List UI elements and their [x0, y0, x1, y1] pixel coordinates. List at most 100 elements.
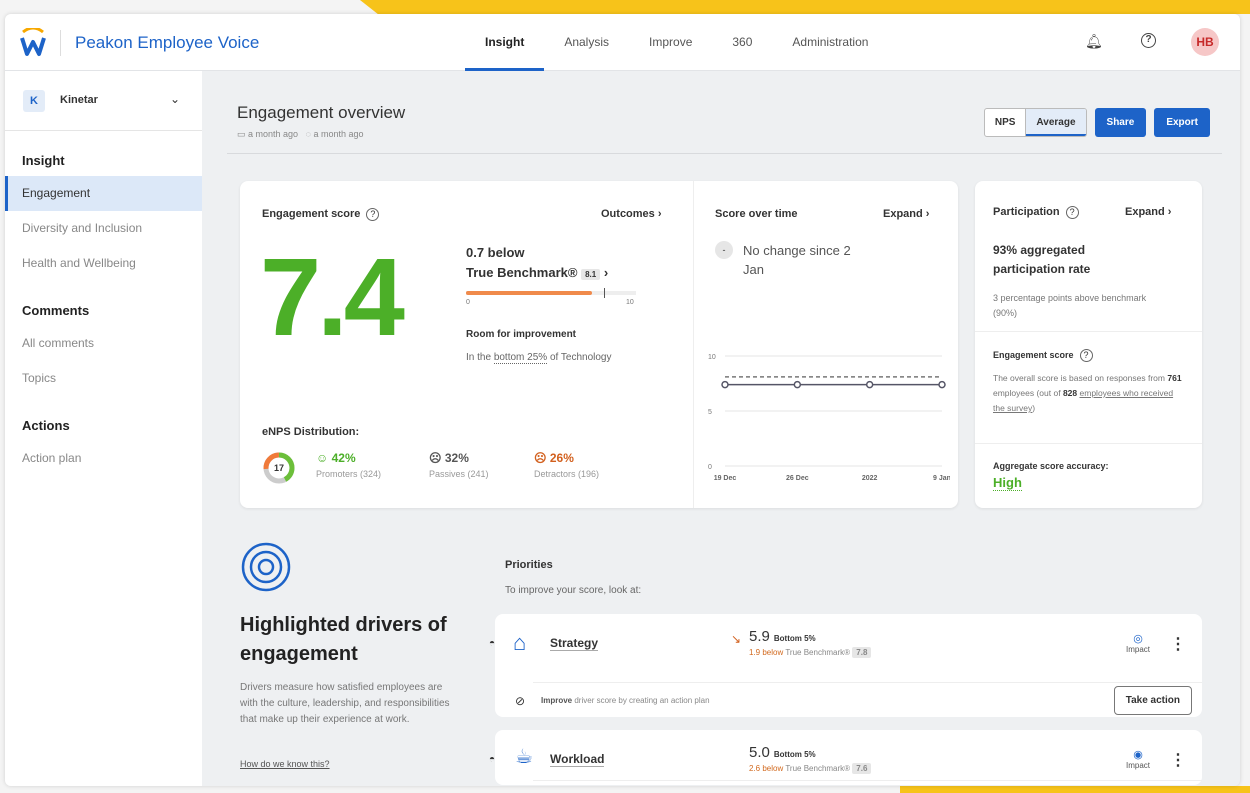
org-badge: K — [23, 90, 45, 112]
check-circle-icon: ⊘ — [515, 694, 526, 708]
app-window: Peakon Employee Voice Insight Analysis I… — [5, 14, 1240, 786]
driver-name[interactable]: Workload — [550, 752, 605, 767]
decor-stripe — [360, 0, 1250, 14]
help-icon[interactable]: ? — [1141, 33, 1156, 48]
participation-card: Participation? Expand › 93% aggregated p… — [975, 181, 1202, 508]
main-content: Engagement overview ▭ a month ago ◌ a mo… — [202, 71, 1240, 786]
driver-benchmark: 2.6 below True Benchmark® 7.6 — [749, 763, 872, 774]
tab-administration[interactable]: Administration — [772, 14, 888, 71]
change-text: No change since 2 Jan — [743, 243, 851, 277]
divider — [533, 780, 1202, 781]
help-icon[interactable]: ? — [1065, 206, 1079, 219]
divider — [975, 331, 1202, 332]
enps-title: eNPS Distribution: — [262, 426, 360, 438]
engagement-card: Engagement score? Outcomes › 7.4 0.7 bel… — [240, 181, 958, 508]
cup-icon: ☕︎ — [515, 746, 533, 768]
export-button[interactable]: Export — [1154, 108, 1210, 137]
sidebar-item-all-comments[interactable]: All comments — [5, 326, 202, 361]
more-options-icon[interactable]: ⋮ — [1170, 634, 1186, 654]
accuracy-value: High — [993, 475, 1022, 491]
impact-icon: ◎ — [1133, 633, 1143, 645]
impact-indicator[interactable]: ◉ Impact — [1126, 748, 1150, 770]
neutral-icon: ☹ — [429, 451, 442, 465]
chevron-down-icon: ⌄ — [170, 92, 181, 106]
benchmark-summary[interactable]: 0.7 below True Benchmark® 8.1 › — [466, 243, 608, 285]
page-meta: ▭ a month ago ◌ a month ago — [237, 129, 363, 140]
impact-icon: ◉ — [1133, 749, 1143, 761]
tab-insight[interactable]: Insight — [465, 14, 545, 71]
accuracy-title: Aggregate score accuracy: — [993, 461, 1109, 471]
engagement-score-text: The overall score is based on responses … — [993, 373, 1182, 413]
divider — [975, 443, 1202, 444]
tab-360[interactable]: 360 — [712, 14, 772, 71]
improve-text: Improve driver score by creating an acti… — [541, 696, 710, 705]
x-tick-label: 26 Dec — [786, 475, 809, 482]
workday-logo-icon — [20, 28, 46, 56]
x-tick-label: 19 Dec — [714, 475, 737, 482]
detractors: ☹ 26% Detractors (196) — [534, 451, 600, 479]
drag-handle-icon[interactable]: ◓ — [489, 754, 495, 765]
data-point — [865, 380, 874, 389]
score-time-title: Score over time — [715, 208, 798, 220]
sidebar-heading: Insight — [22, 153, 65, 168]
participation-sub: 3 percentage points above benchmark (90%… — [993, 293, 1147, 318]
driver-score: 5.9 Bottom 5% — [749, 628, 816, 645]
engagement-score-title: Engagement score? — [993, 349, 1093, 362]
score-bar — [466, 288, 636, 298]
how-we-know-link[interactable]: How do we know this? — [240, 759, 330, 769]
updated-time: a month ago — [248, 129, 299, 139]
tab-improve[interactable]: Improve — [629, 14, 712, 71]
participation-rate: 93% aggregated participation rate — [993, 243, 1091, 276]
bar-min: 0 — [466, 299, 470, 306]
decor-stripe — [900, 786, 1250, 793]
benchmark-badge: 8.1 — [581, 269, 601, 280]
driver-card-workload: ◓ ☕︎ Workload 5.0 Bottom 5% 2.6 below Tru… — [489, 730, 1202, 785]
target-icon — [241, 542, 291, 592]
impact-indicator[interactable]: ◎ Impact — [1126, 632, 1150, 654]
participation-title: Participation? — [993, 206, 1079, 219]
avatar[interactable]: HB — [1191, 28, 1219, 56]
updated-time: a month ago — [313, 129, 364, 139]
expand-link[interactable]: Expand › — [883, 208, 929, 220]
sidebar-item-action-plan[interactable]: Action plan — [5, 441, 202, 476]
no-change-icon: - — [715, 241, 733, 259]
take-action-button[interactable]: Take action — [1113, 686, 1192, 715]
presentation-icon: ⌂ — [513, 630, 527, 655]
sidebar-item-diversity[interactable]: Diversity and Inclusion — [5, 211, 202, 246]
more-options-icon[interactable]: ⋮ — [1170, 750, 1186, 770]
rank-link[interactable]: bottom 25% — [493, 352, 548, 364]
drivers-title: Highlighted drivers of engagement — [240, 614, 447, 665]
divider — [227, 153, 1222, 154]
nps-toggle[interactable]: NPS — [985, 109, 1026, 136]
expand-link[interactable]: Expand › — [1125, 206, 1171, 218]
drivers-desc: Drivers measure how satisfied employees … — [240, 682, 450, 725]
tab-analysis[interactable]: Analysis — [544, 14, 629, 71]
data-point — [938, 380, 946, 389]
org-name: Kinetar — [60, 94, 98, 106]
share-button[interactable]: Share — [1094, 108, 1147, 137]
sidebar-item-health[interactable]: Health and Wellbeing — [5, 246, 202, 281]
bar-max: 10 — [626, 299, 634, 306]
app-title: Peakon Employee Voice — [75, 33, 260, 52]
divider — [533, 682, 1202, 683]
driver-name[interactable]: Strategy — [550, 636, 599, 651]
enps-value: 17 — [274, 463, 284, 473]
help-icon[interactable]: ? — [366, 208, 380, 221]
divider — [693, 181, 694, 508]
sidebar-heading: Actions — [22, 418, 70, 433]
org-selector[interactable]: K Kinetar ⌄ — [5, 71, 202, 131]
rank-text: In the bottom 25% of Technology — [466, 352, 612, 364]
frown-icon: ☹ — [534, 451, 547, 465]
drag-handle-icon[interactable]: ◓ — [489, 638, 495, 649]
trend-down-icon: ↘ — [731, 632, 742, 646]
sidebar-item-topics[interactable]: Topics — [5, 361, 202, 396]
help-icon[interactable]: ? — [1079, 349, 1093, 362]
sidebar-item-engagement[interactable]: Engagement — [5, 176, 202, 211]
y-tick-label: 10 — [708, 354, 716, 361]
average-toggle[interactable]: Average — [1025, 109, 1086, 136]
bell-icon[interactable]: 🔔︎ — [1085, 33, 1103, 50]
x-tick-label: 2022 — [862, 475, 878, 482]
score-chart: 0 5 10 19 Dec 26 Dec 2022 9 Jan — [708, 354, 950, 482]
outcomes-link[interactable]: Outcomes › — [601, 208, 662, 220]
main-nav: Insight Analysis Improve 360 Administrat… — [465, 14, 888, 71]
